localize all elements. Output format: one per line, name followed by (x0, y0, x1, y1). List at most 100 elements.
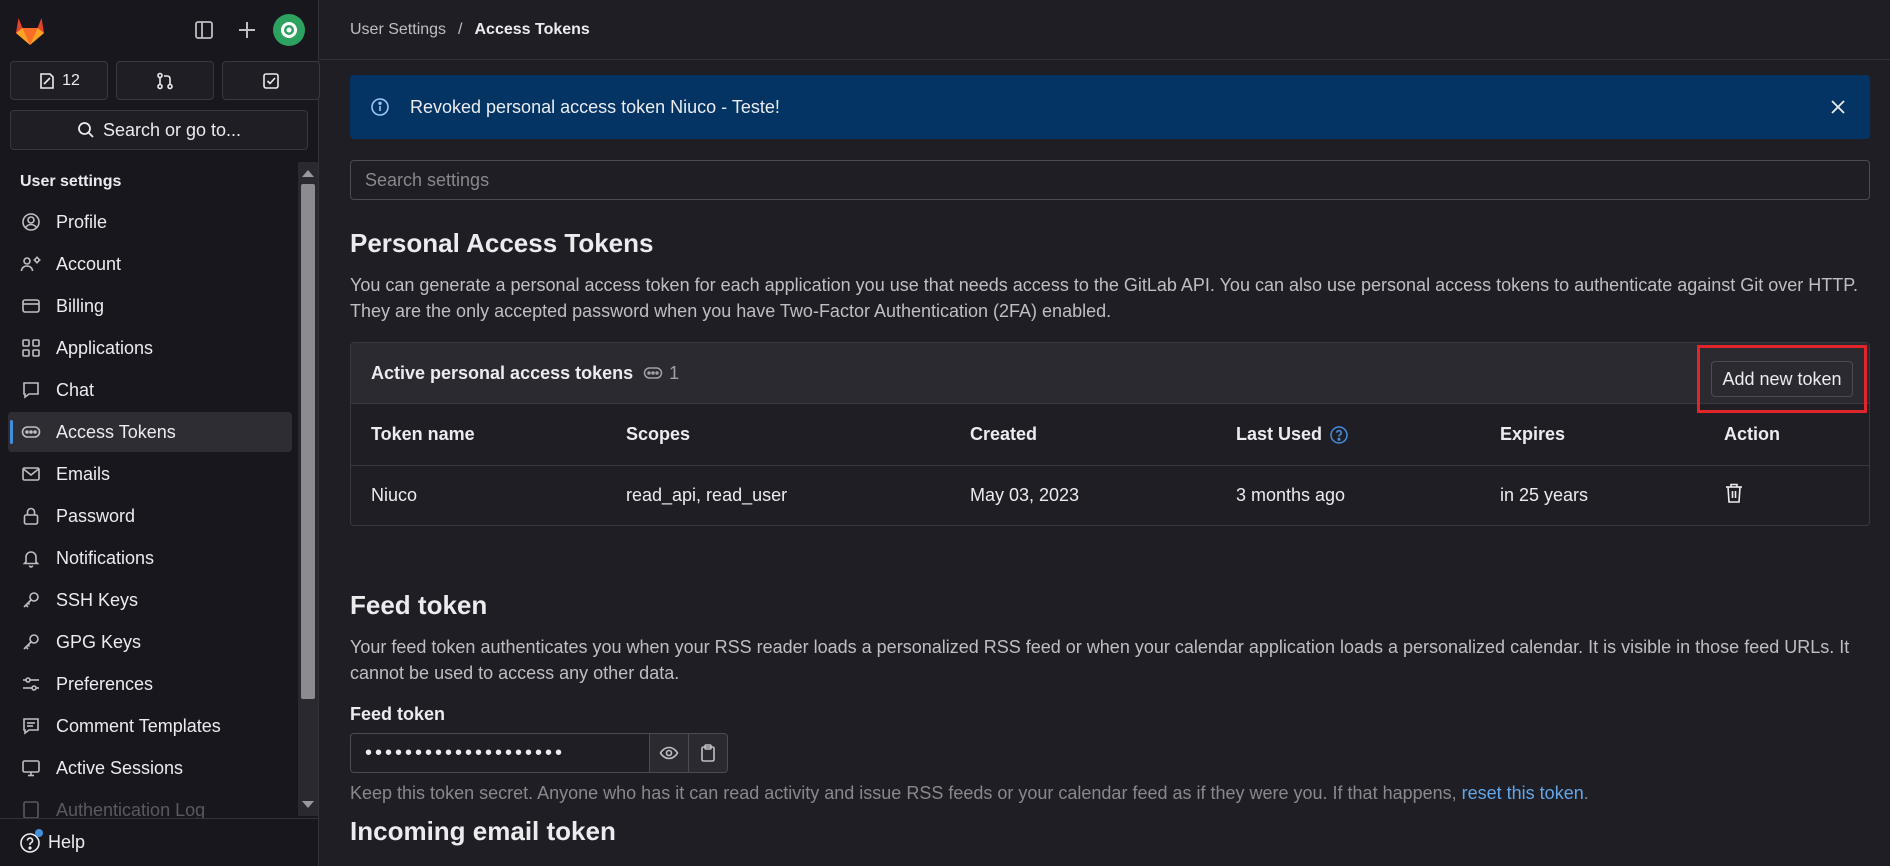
sidebar-item-gpg-keys[interactable]: GPG Keys (8, 622, 292, 662)
feed-token-label: Feed token (350, 704, 446, 724)
column-header: Token name (351, 404, 606, 466)
sidebar-item-label: SSH Keys (56, 589, 139, 610)
breadcrumb-user-settings-link[interactable]: User Settings (350, 21, 446, 39)
sidebar-item-label: Password (56, 505, 136, 526)
tokens-table: Token name Scopes Created Last Used Expi… (351, 404, 1869, 525)
sidebar-item-chat[interactable]: Chat (8, 370, 292, 410)
alert-message: Revoked personal access token Niuco - Te… (410, 96, 780, 117)
sidebar-item-profile[interactable]: Profile (8, 202, 292, 242)
sidebar-item-emails[interactable]: Emails (8, 454, 292, 494)
feed-token-hint-text: Keep this token secret. Anyone who has i… (350, 783, 1457, 803)
token-created-cell: May 03, 2023 (970, 484, 1080, 505)
token-last-used-cell: 3 months ago (1236, 484, 1346, 505)
issues-icon (40, 72, 54, 89)
sidebar: 12 Search or go to... User settings Prof… (0, 0, 320, 866)
sidebar-nav: User settings Profile Account Billing Ap… (0, 160, 296, 818)
column-header: Expires (1480, 404, 1704, 466)
issues-count: 12 (62, 71, 80, 89)
sidebar-item-authentication-log[interactable]: Authentication Log (8, 790, 292, 818)
search-or-go-label: Search or go to... (102, 119, 242, 140)
sidebar-item-billing[interactable]: Billing (8, 286, 292, 326)
search-settings-input[interactable] (350, 160, 1870, 200)
gitlab-logo-icon[interactable] (13, 14, 47, 46)
key-icon (20, 589, 42, 611)
todos-counter-button[interactable] (222, 61, 320, 100)
trash-icon[interactable] (1724, 482, 1744, 504)
sidebar-item-label: Billing (56, 295, 105, 316)
question-icon[interactable] (1329, 425, 1349, 445)
close-icon[interactable] (1826, 95, 1850, 119)
sidebar-item-active-sessions[interactable]: Active Sessions (8, 748, 292, 788)
sidebar-item-preferences[interactable]: Preferences (8, 664, 292, 704)
sidebar-section-title: User settings (20, 173, 122, 190)
table-row: Niuco read_api, read_user May 03, 2023 3… (351, 465, 1869, 525)
sidebar-item-label: Comment Templates (56, 715, 221, 736)
plus-icon[interactable] (229, 12, 265, 48)
bell-icon (20, 547, 42, 569)
sidebar-item-notifications[interactable]: Notifications (8, 538, 292, 578)
applications-icon (20, 337, 42, 359)
breadcrumb: User Settings / Access Tokens (320, 0, 1890, 60)
column-header: Created (950, 404, 1216, 466)
help-label: Help (48, 832, 86, 852)
token-icon (643, 367, 663, 379)
breadcrumb-separator: / (458, 20, 463, 38)
add-token-highlight: Add new token (1697, 345, 1867, 413)
sidebar-item-ssh-keys[interactable]: SSH Keys (8, 580, 292, 620)
chat-icon (20, 379, 42, 401)
main-content: User Settings / Access Tokens Revoked pe… (320, 0, 1890, 866)
sidebar-header: 12 Search or go to... (0, 0, 320, 160)
sidebar-item-label: Preferences (56, 673, 154, 694)
merge-requests-counter-button[interactable] (116, 61, 214, 100)
sidebar-scrollbar[interactable] (298, 162, 318, 816)
sidebar-item-label: Chat (56, 379, 95, 400)
scrollbar-thumb[interactable] (301, 184, 315, 699)
sidebar-item-comment-templates[interactable]: Comment Templates (8, 706, 292, 746)
sidebar-item-label: Active Sessions (56, 757, 184, 778)
info-icon (371, 98, 389, 116)
active-tokens-title: Active personal access tokens (371, 362, 634, 383)
sidebar-item-account[interactable]: Account (8, 244, 292, 284)
merge-request-icon (157, 72, 173, 89)
account-icon (20, 253, 42, 275)
comment-icon (20, 715, 42, 737)
active-tokens-count-badge: 1 (643, 363, 679, 384)
todo-icon (263, 72, 279, 89)
lock-icon (20, 505, 42, 527)
scroll-up-arrow-icon[interactable] (302, 170, 314, 177)
pat-description: You can generate a personal access token… (350, 275, 1858, 321)
feed-token-input[interactable] (350, 733, 650, 773)
help-icon (18, 828, 43, 855)
log-icon (20, 799, 42, 818)
help-button[interactable]: Help (0, 818, 319, 866)
preferences-icon (20, 673, 42, 695)
profile-icon (20, 211, 42, 233)
sidebar-item-label: Access Tokens (56, 421, 176, 442)
search-or-go-button[interactable]: Search or go to... (10, 110, 308, 150)
page-body: Revoked personal access token Niuco - Te… (350, 75, 1870, 847)
feed-token-description: Your feed token authenticates you when y… (350, 637, 1850, 683)
issues-counter-button[interactable]: 12 (10, 61, 108, 100)
monitor-icon (20, 757, 42, 779)
sidebar-item-label: Emails (56, 463, 111, 484)
active-tokens-card: Active personal access tokens 1 Add new … (350, 342, 1870, 526)
add-new-token-button[interactable]: Add new token (1711, 361, 1853, 397)
token-name-cell: Niuco (371, 484, 418, 505)
search-icon (78, 122, 94, 138)
feed-token-title: Feed token (350, 590, 488, 620)
breadcrumb-current[interactable]: Access Tokens (475, 21, 590, 39)
sidebar-toggle-icon[interactable] (186, 12, 222, 48)
sidebar-item-access-tokens[interactable]: Access Tokens (8, 412, 292, 452)
incoming-email-token-title: Incoming email token (350, 816, 616, 846)
sidebar-item-password[interactable]: Password (8, 496, 292, 536)
avatar[interactable] (273, 14, 305, 46)
sidebar-item-applications[interactable]: Applications (8, 328, 292, 368)
token-expires-cell: in 25 years (1500, 484, 1589, 505)
scroll-down-arrow-icon[interactable] (302, 801, 314, 808)
sidebar-item-label: Notifications (56, 547, 155, 568)
eye-icon[interactable] (650, 733, 689, 773)
email-icon (20, 463, 42, 485)
reset-token-link[interactable]: reset this token (1462, 783, 1584, 803)
copy-icon[interactable] (689, 733, 728, 773)
token-scopes-cell: read_api, read_user (626, 484, 788, 505)
